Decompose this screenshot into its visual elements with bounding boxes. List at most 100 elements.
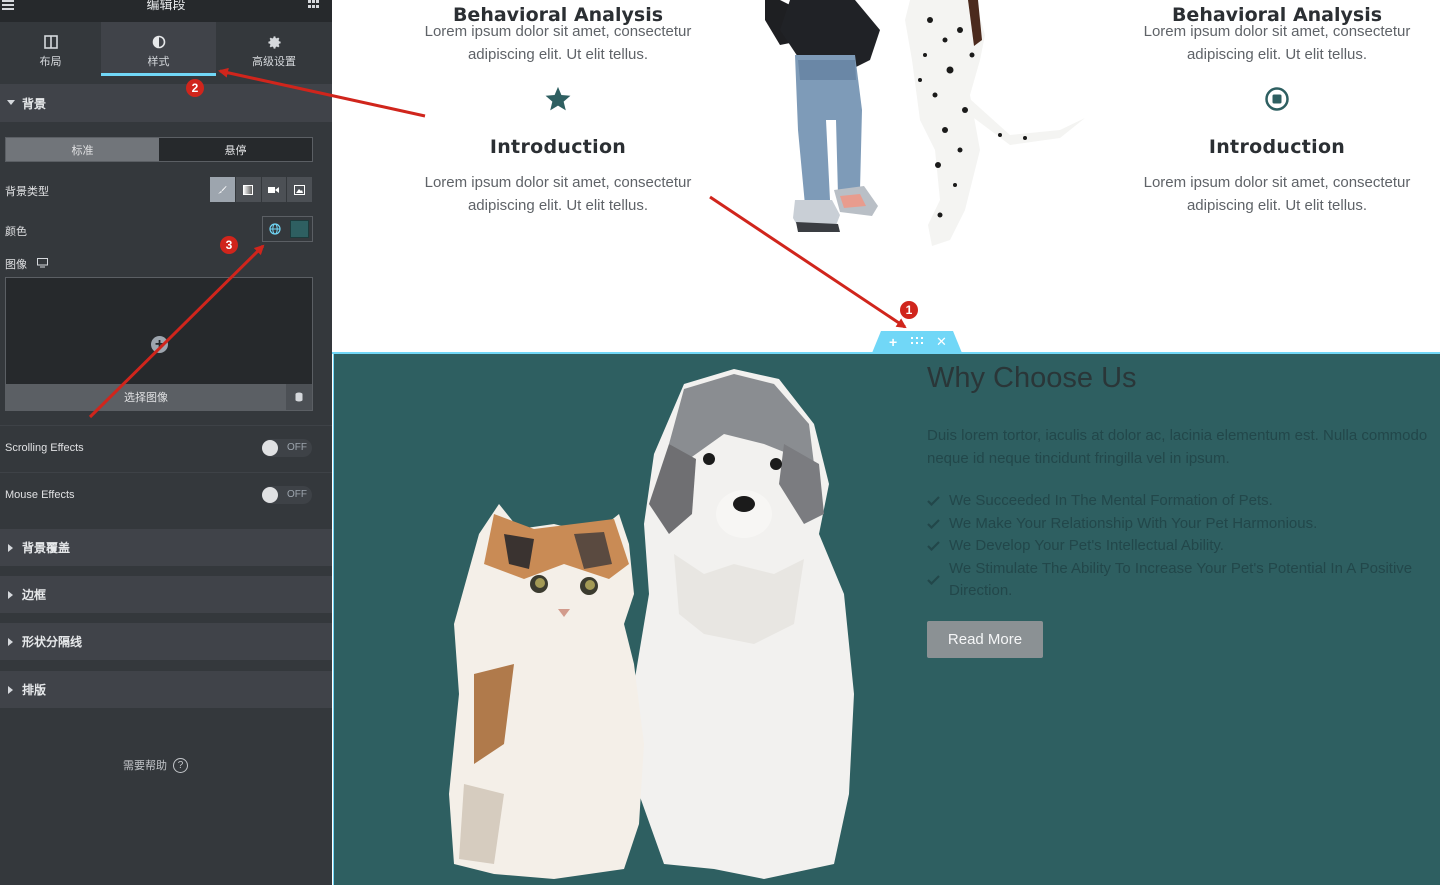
image-label: 图像 — [5, 259, 27, 271]
mouse-effects-label: Mouse Effects — [5, 489, 75, 501]
choose-image-button[interactable]: 选择图像 — [6, 384, 286, 410]
annotation-badge-3: 3 — [220, 236, 238, 254]
image-picker[interactable]: + 选择图像 — [5, 277, 313, 411]
feature-top-title: Behavioral Analysis — [1171, 4, 1383, 26]
scrolling-effects-row: Scrolling Effects OFF — [0, 425, 332, 471]
feature-desc: Lorem ipsum dolor sit amet, consectetur … — [1143, 174, 1411, 214]
why-choose-us-body: Duis lorem tortor, iaculis at dolor ac, … — [927, 424, 1440, 470]
caret-right-icon — [8, 543, 13, 552]
section-background-overlay[interactable]: 背景覆盖 — [0, 529, 332, 566]
scrolling-effects-label: Scrolling Effects — [5, 442, 84, 454]
brush-icon[interactable] — [210, 177, 236, 202]
drag-handle-icon[interactable] — [911, 337, 924, 346]
list-item: We Stimulate The Ability To Increase You… — [927, 558, 1432, 603]
delete-section-icon[interactable]: ✕ — [936, 334, 947, 350]
list-item: We Develop Your Pet's Intellectual Abili… — [927, 535, 1440, 558]
mouse-effects-toggle[interactable]: OFF — [262, 486, 312, 504]
image-label-row: 图像 — [5, 256, 48, 272]
gear-icon — [216, 33, 332, 51]
section-label: 边框 — [22, 588, 47, 602]
annotation-badge-2: 2 — [186, 79, 204, 97]
color-swatch[interactable] — [289, 220, 309, 238]
list-item-text: We Stimulate The Ability To Increase You… — [949, 559, 1413, 600]
half-circle-icon — [101, 33, 216, 51]
caret-right-icon — [8, 637, 13, 646]
section-background[interactable]: 背景 — [0, 84, 332, 122]
color-label: 颜色 — [5, 226, 27, 238]
tab-label: 布局 — [39, 56, 62, 68]
kitten-and-puppy-image — [434, 364, 864, 885]
feature-top-desc: Lorem ipsum dolor sit amet, consectetur … — [1143, 23, 1411, 63]
toggle-knob — [262, 440, 278, 456]
columns-icon — [0, 33, 101, 51]
section-border[interactable]: 边框 — [0, 576, 332, 613]
tab-style[interactable]: 样式 — [101, 22, 216, 76]
feature-title: Introduction — [489, 136, 627, 158]
why-choose-us-title: Why Choose Us — [927, 362, 1137, 394]
feature-column-left: Behavioral Analysis Lorem ipsum dolor si… — [408, 4, 708, 217]
section-label: 背景 — [22, 96, 47, 111]
bg-type-label: 背景类型 — [5, 186, 49, 198]
list-item-text: We Make Your Relationship With Your Pet … — [949, 514, 1318, 532]
section-label: 排版 — [22, 683, 47, 697]
list-item: We Make Your Relationship With Your Pet … — [927, 513, 1440, 536]
stop-circle-icon — [1127, 66, 1427, 126]
add-image-plus-icon[interactable]: + — [151, 336, 168, 353]
tab-label: 高级设置 — [252, 56, 296, 68]
feature-title: Introduction — [1208, 136, 1346, 158]
section-label: 形状分隔线 — [22, 635, 83, 649]
gradient-icon[interactable] — [235, 177, 262, 202]
section-typography[interactable]: 排版 — [0, 671, 332, 708]
toggle-state: OFF — [287, 442, 307, 453]
annotation-badge-1: 1 — [900, 301, 918, 319]
dynamic-tags-icon[interactable] — [286, 384, 312, 410]
caret-right-icon — [8, 590, 13, 599]
section-handle: + ✕ — [872, 331, 962, 353]
tab-layout[interactable]: 布局 — [0, 22, 101, 76]
desktop-icon[interactable] — [37, 257, 48, 271]
body-line: Duis lorem tortor, iaculis at dolor ac, … — [927, 427, 1428, 444]
check-icon — [927, 518, 940, 529]
feature-desc: Lorem ipsum dolor sit amet, consectetur … — [424, 174, 692, 214]
list-item-text: We Develop Your Pet's Intellectual Abili… — [949, 537, 1224, 554]
help-label: 需要帮助 — [123, 760, 167, 772]
state-hover-tab[interactable]: 悬停 — [159, 138, 312, 161]
caret-down-icon — [7, 100, 15, 105]
section-label: 背景覆盖 — [22, 541, 71, 555]
widgets-grid-icon[interactable] — [308, 0, 320, 9]
feature-top-desc: Lorem ipsum dolor sit amet, consectetur … — [424, 23, 692, 63]
slideshow-icon[interactable] — [287, 177, 313, 202]
star-icon — [408, 66, 708, 126]
add-section-icon[interactable]: + — [889, 334, 897, 350]
section-shape-divider[interactable]: 形状分隔线 — [0, 623, 332, 660]
benefits-list: We Succeeded In The Mental Formation of … — [927, 490, 1440, 603]
tab-label: 样式 — [147, 56, 170, 68]
check-icon — [927, 496, 940, 506]
check-icon — [927, 574, 940, 585]
list-item-text: We Succeeded In The Mental Formation of … — [949, 492, 1273, 509]
caret-right-icon — [8, 685, 13, 694]
scrolling-effects-toggle[interactable]: OFF — [262, 439, 312, 457]
bg-type-selector — [210, 177, 313, 202]
feature-top-title: Behavioral Analysis — [452, 4, 664, 26]
state-switcher: 标准 悬停 — [5, 137, 313, 162]
help-link[interactable]: 需要帮助 ? — [123, 757, 188, 773]
panel-tabs: 布局 样式 高级设置 — [0, 22, 332, 76]
video-icon[interactable] — [261, 177, 288, 202]
mouse-effects-row: Mouse Effects OFF — [0, 472, 332, 518]
read-more-button[interactable]: Read More — [927, 621, 1043, 658]
panel-header: 编辑段 — [0, 0, 332, 22]
feature-column-right: Behavioral Analysis Lorem ipsum dolor si… — [1127, 4, 1427, 217]
color-control — [262, 216, 313, 242]
panel-title: 编辑段 — [146, 0, 186, 12]
person-with-dalmatian-image — [760, 0, 1090, 250]
list-item: We Succeeded In The Mental Formation of … — [927, 490, 1440, 513]
check-icon — [927, 541, 940, 551]
toggle-knob — [262, 487, 278, 503]
question-icon: ? — [173, 757, 188, 773]
body-line: neque id neque tincidunt fringilla vel i… — [927, 450, 1230, 467]
tab-advanced[interactable]: 高级设置 — [216, 22, 332, 76]
globe-icon[interactable] — [263, 217, 287, 241]
state-normal-tab[interactable]: 标准 — [6, 138, 159, 161]
toggle-state: OFF — [287, 489, 307, 500]
